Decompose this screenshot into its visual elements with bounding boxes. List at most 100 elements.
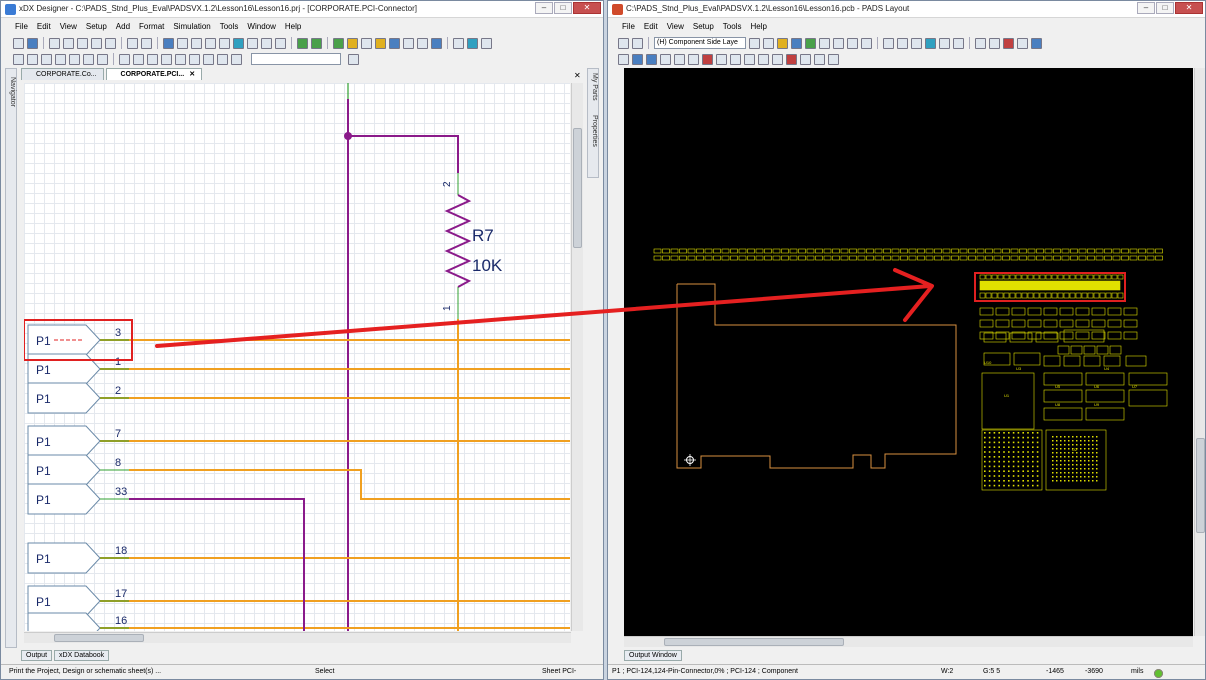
port-symbol[interactable]: P1 7	[27, 425, 570, 457]
menu-help[interactable]: Help	[750, 22, 766, 31]
save-icon[interactable]	[632, 37, 643, 49]
help-icon[interactable]	[431, 37, 442, 49]
menu-simulation[interactable]: Simulation	[173, 22, 210, 31]
pins-icon[interactable]	[660, 53, 671, 65]
layer-combo[interactable]: (H) Component Side Laye	[654, 37, 746, 49]
verify-icon[interactable]	[925, 37, 936, 49]
undo-icon[interactable]	[127, 37, 138, 49]
zoom-icon[interactable]	[911, 37, 922, 49]
wire-icon[interactable]	[13, 53, 24, 65]
report-icon[interactable]	[975, 37, 986, 49]
port-symbol[interactable]: P1 18	[27, 542, 570, 574]
menu-view[interactable]: View	[60, 22, 77, 31]
port-symbol[interactable]: P1 3	[27, 324, 570, 356]
menu-add[interactable]: Add	[116, 22, 130, 31]
menu-window[interactable]: Window	[247, 22, 275, 31]
print-icon[interactable]	[91, 37, 102, 49]
verify-icon[interactable]	[297, 37, 308, 49]
copper-icon[interactable]	[744, 53, 755, 65]
grid-icon[interactable]	[763, 37, 774, 49]
drc-icon[interactable]	[1003, 37, 1014, 49]
board-outline-icon[interactable]	[730, 53, 741, 65]
netlist-icon[interactable]	[347, 37, 358, 49]
paste-icon[interactable]	[77, 37, 88, 49]
hierarchy-icon[interactable]	[261, 37, 272, 49]
fill-icon[interactable]	[231, 53, 242, 65]
ecо-icon[interactable]	[847, 37, 858, 49]
close-button[interactable]: ✕	[1175, 2, 1203, 14]
pour-icon[interactable]	[953, 37, 964, 49]
schematic-canvas[interactable]: 2 1 R7 10K P1 3 P1 1 P1 2 P1 7 P1 8 P1 33 P1 18 P1 17 16	[24, 83, 570, 631]
snap-icon[interactable]	[203, 53, 214, 65]
route-icon[interactable]	[939, 37, 950, 49]
redo-icon[interactable]	[897, 37, 908, 49]
rotate-icon[interactable]	[133, 53, 144, 65]
ground-icon[interactable]	[69, 53, 80, 65]
component-icon[interactable]	[27, 53, 38, 65]
port-symbol[interactable]: P1 1	[27, 353, 570, 385]
group-icon[interactable]	[814, 53, 825, 65]
maximize-button[interactable]: □	[1156, 2, 1174, 14]
mirror-icon[interactable]	[147, 53, 158, 65]
copy-icon[interactable]	[63, 37, 74, 49]
minimize-button[interactable]: –	[535, 2, 553, 14]
redo-icon[interactable]	[141, 37, 152, 49]
output-window-tab[interactable]: Output Window	[624, 650, 682, 661]
pcb-canvas[interactable]: U1 U2 U3 U4 U5 U6 U7 U8 U9 U10	[624, 68, 1193, 636]
menu-format[interactable]: Format	[139, 22, 164, 31]
layer-icon[interactable]	[749, 37, 760, 49]
keepout-icon[interactable]	[702, 53, 713, 65]
view-all-icon[interactable]	[233, 37, 244, 49]
menu-tools[interactable]: Tools	[723, 22, 742, 31]
my-parts-label[interactable]: My Parts	[591, 73, 598, 101]
vertical-scrollbar[interactable]	[1194, 68, 1205, 636]
new-icon[interactable]	[13, 37, 24, 49]
find-icon[interactable]	[105, 37, 116, 49]
horizontal-scrollbar[interactable]	[24, 632, 571, 643]
open-icon[interactable]	[618, 37, 629, 49]
label-icon[interactable]	[800, 53, 811, 65]
error-icon[interactable]	[786, 53, 797, 65]
order-icon[interactable]	[189, 53, 200, 65]
filter-icon[interactable]	[632, 53, 643, 65]
scroll-thumb[interactable]	[54, 634, 144, 642]
wrench-icon[interactable]	[348, 53, 359, 65]
zoom-in-icon[interactable]	[177, 37, 188, 49]
text-icon[interactable]	[417, 37, 428, 49]
horizontal-scrollbar[interactable]	[624, 636, 1193, 647]
vertical-scrollbar[interactable]	[571, 83, 583, 631]
port-symbol[interactable]: P1 33	[27, 483, 129, 515]
select-icon[interactable]	[618, 53, 629, 65]
drafting-icon[interactable]	[819, 37, 830, 49]
menu-file[interactable]: File	[15, 22, 28, 31]
power-icon[interactable]	[55, 53, 66, 65]
navigator-panel[interactable]: Navigator	[5, 68, 17, 648]
tab-corporate-connector[interactable]: CORPORATE.Co...	[21, 68, 104, 80]
right-side-panel[interactable]: My Parts Properties	[587, 68, 599, 178]
line-icon[interactable]	[97, 53, 108, 65]
package-icon[interactable]	[333, 37, 344, 49]
bus-icon[interactable]	[481, 37, 492, 49]
design-toolbar-icon[interactable]	[805, 37, 816, 49]
close-button[interactable]: ✕	[573, 2, 601, 14]
display-icon[interactable]	[791, 37, 802, 49]
nets-icon[interactable]	[674, 53, 685, 65]
menu-setup[interactable]: Setup	[86, 22, 107, 31]
minimize-button[interactable]: –	[1137, 2, 1155, 14]
pan-icon[interactable]	[247, 37, 258, 49]
layout-link-icon[interactable]	[403, 37, 414, 49]
trace-icon[interactable]	[758, 53, 769, 65]
close-document-icon[interactable]: ✕	[574, 71, 581, 80]
scroll-thumb[interactable]	[1196, 438, 1205, 533]
menu-setup[interactable]: Setup	[693, 22, 714, 31]
menu-file[interactable]: File	[622, 22, 635, 31]
symbol-icon[interactable]	[361, 37, 372, 49]
vias-icon[interactable]	[688, 53, 699, 65]
scroll-thumb[interactable]	[573, 128, 582, 248]
components-icon[interactable]	[646, 53, 657, 65]
menu-help[interactable]: Help	[285, 22, 301, 31]
port-symbol[interactable]: P1 17	[27, 585, 570, 617]
menu-edit[interactable]: Edit	[644, 22, 658, 31]
zoom-previous-icon[interactable]	[219, 37, 230, 49]
select-icon[interactable]	[453, 37, 464, 49]
